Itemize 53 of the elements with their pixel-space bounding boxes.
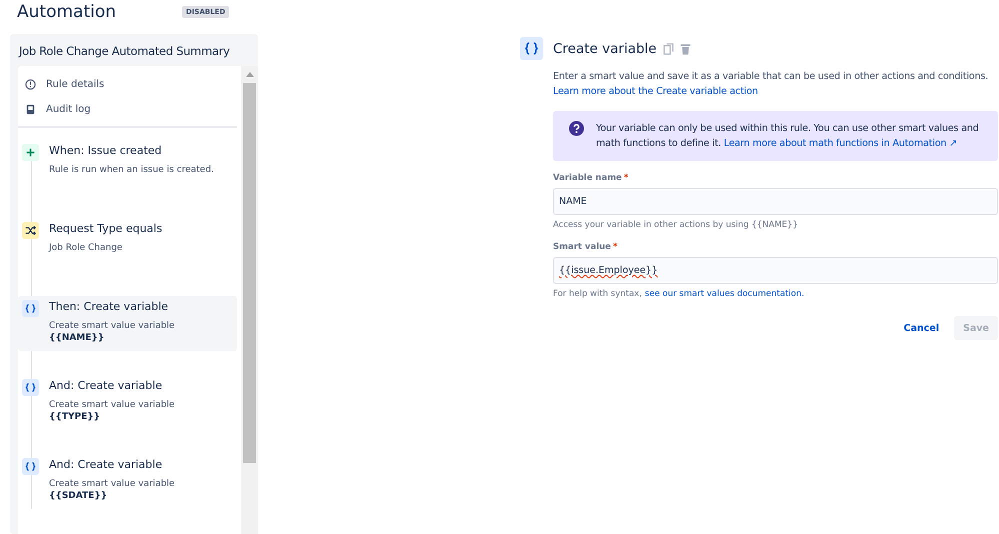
text-field[interactable]: {{issue.Employee}} [553,257,998,284]
editor-title: Create variable [553,40,657,56]
info-message: Your variable can only be used within this rule. You can use other smart values and math functions to define it. Learn more about math functions in Automation ↗ [596,122,980,151]
step-title: When: Issue created [49,144,163,158]
rule-name: Job Role Change Automated Summary [18,43,231,60]
info-icon [25,79,36,90]
learn-more-link[interactable]: Learn more about the Create variable action [553,86,758,97]
rule-step[interactable]: Request Type equals Job Role Change [18,218,237,272]
variable-name: {{SDATE}} [49,491,108,501]
step-description: Job Role Change [49,243,124,253]
braces-icon [22,458,39,475]
step-description: Rule is run when an issue is created. [49,165,214,175]
variable-name: {{NAME}} [49,333,106,343]
menu-item[interactable]: Rule details [18,72,237,97]
documentation-link[interactable]: see our smart values documentation. [644,289,804,299]
scrollbar[interactable] [241,66,258,534]
math-functions-link[interactable]: Learn more about math functions in Automation ↗ [724,138,958,149]
rule-step[interactable]: When: Issue created Rule is run when an issue is created. [18,140,237,194]
delete-icon[interactable] [680,42,691,54]
step-title: And: Create variable [49,458,164,472]
field-help-text: Access your variable in other actions by using {{NAME}} [553,220,799,230]
field-label: Variable name * [553,173,630,183]
rule-step[interactable]: And: Create variable Create smart value variable {{SDATE}} [18,454,237,509]
field-label: Smart value * [553,242,618,252]
braces-icon [520,37,543,60]
document-icon [25,104,36,115]
step-title: And: Create variable [49,379,164,393]
required-asterisk: * [612,242,618,252]
step-title: Request Type equals [49,222,162,236]
field-value: NAME [559,196,587,207]
scrollbar-thumb[interactable] [243,83,256,463]
text-field[interactable]: NAME [553,188,998,215]
step-title: Then: Create variable [49,300,170,314]
cancel-button[interactable]: Cancel [894,316,948,340]
step-description: Create smart value variable [49,321,175,331]
plus-icon [22,144,39,161]
required-asterisk: * [624,173,628,183]
rule-step[interactable]: Then: Create variable Create smart value variable {{NAME}} [18,296,237,351]
page-title: Automation [17,1,116,23]
step-description: Create smart value variable [49,400,175,410]
braces-icon [22,379,39,396]
rule-step[interactable]: And: Create variable Create smart value variable {{TYPE}} [18,375,237,430]
scroll-up-icon[interactable] [246,72,254,77]
shuffle-icon [22,222,39,239]
menu-item[interactable]: Audit log [18,97,237,122]
question-icon [569,121,584,136]
field-value: {{issue.Employee}} [559,265,658,276]
field-help-text: For help with syntax, see our smart values documentation. [553,289,806,299]
copy-icon[interactable] [662,42,674,54]
step-description: Create smart value variable [49,479,175,489]
editor-description: Enter a smart value and save it as a variable that can be used in other actions and conditions. Learn more about the Create variable action [553,70,990,99]
braces-icon [22,300,39,317]
variable-name: {{TYPE}} [49,412,102,422]
